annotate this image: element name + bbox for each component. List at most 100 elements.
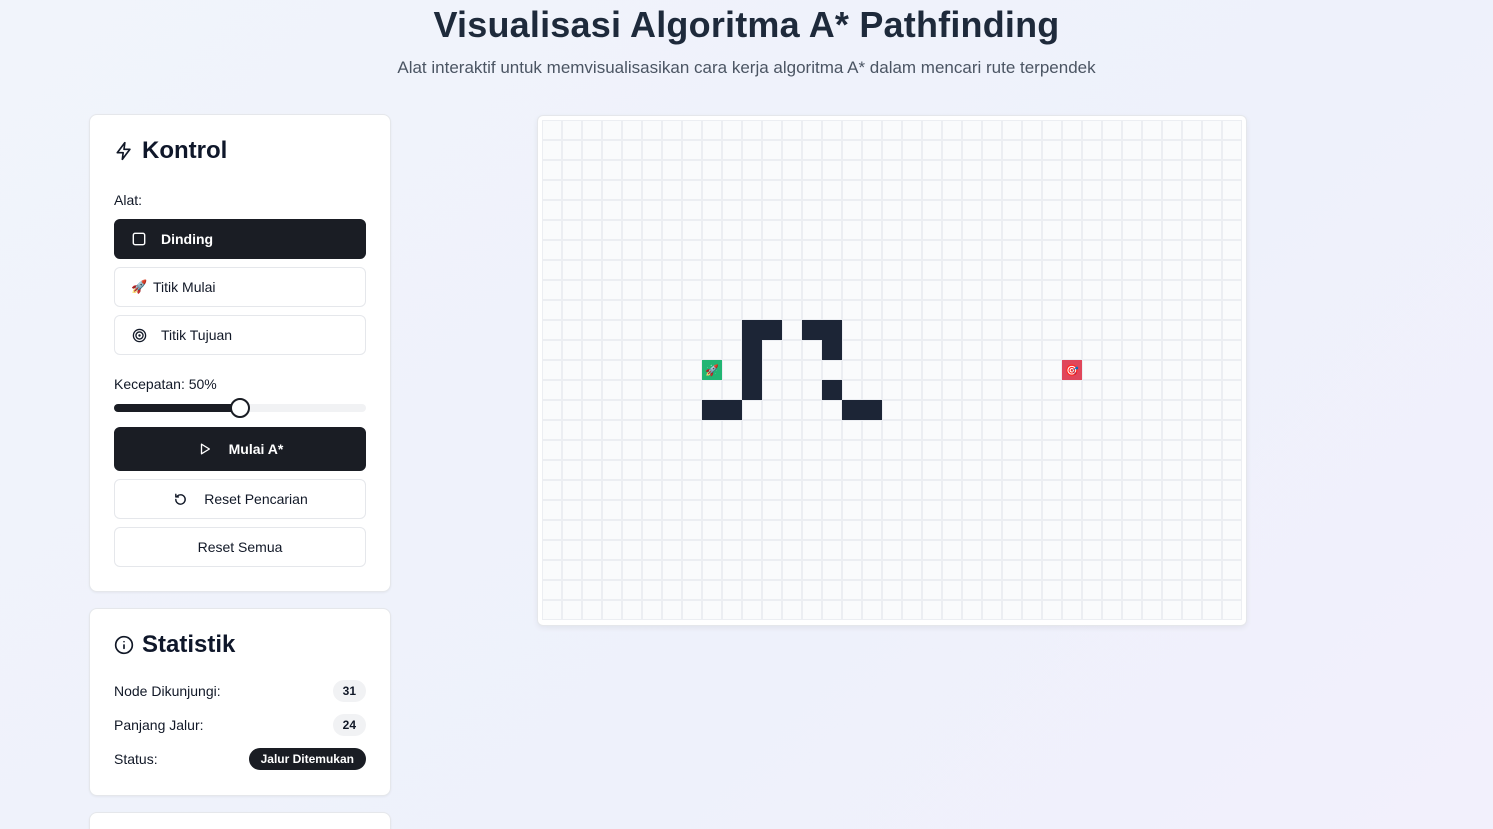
grid-cell[interactable]: [1182, 600, 1202, 620]
grid-cell[interactable]: [582, 180, 602, 200]
grid-cell[interactable]: [782, 340, 802, 360]
grid-cell[interactable]: [762, 520, 782, 540]
grid-cell[interactable]: [1082, 580, 1102, 600]
grid-cell[interactable]: [1082, 480, 1102, 500]
grid-cell[interactable]: [922, 460, 942, 480]
grid-cell[interactable]: [542, 240, 562, 260]
grid-cell[interactable]: [1202, 360, 1222, 380]
grid-cell[interactable]: [702, 600, 722, 620]
grid-cell[interactable]: [1022, 540, 1042, 560]
grid-cell[interactable]: [942, 320, 962, 340]
grid-cell[interactable]: [622, 240, 642, 260]
grid-cell[interactable]: [862, 460, 882, 480]
grid-cell[interactable]: [1142, 320, 1162, 340]
grid-cell[interactable]: [842, 160, 862, 180]
grid-cell[interactable]: [1102, 200, 1122, 220]
grid-cell[interactable]: [662, 400, 682, 420]
grid-cell[interactable]: [622, 300, 642, 320]
grid-cell[interactable]: [1102, 560, 1122, 580]
grid-cell[interactable]: [962, 240, 982, 260]
grid-cell[interactable]: [1182, 560, 1202, 580]
grid-cell[interactable]: [822, 200, 842, 220]
grid-cell[interactable]: [822, 500, 842, 520]
grid-cell[interactable]: [1102, 140, 1122, 160]
grid-cell[interactable]: [622, 500, 642, 520]
grid-cell[interactable]: [1062, 520, 1082, 540]
grid-cell[interactable]: [782, 260, 802, 280]
grid-cell[interactable]: [942, 600, 962, 620]
grid-cell[interactable]: [1182, 240, 1202, 260]
grid-cell[interactable]: [582, 440, 602, 460]
grid-cell[interactable]: [782, 220, 802, 240]
grid-cell[interactable]: [1222, 360, 1242, 380]
grid-cell[interactable]: [622, 380, 642, 400]
grid-cell[interactable]: [1102, 440, 1122, 460]
grid-cell[interactable]: [982, 380, 1002, 400]
grid-cell[interactable]: [862, 280, 882, 300]
grid-cell[interactable]: [782, 160, 802, 180]
grid-cell[interactable]: [682, 400, 702, 420]
grid-cell[interactable]: [1162, 240, 1182, 260]
grid-cell[interactable]: [582, 160, 602, 180]
grid-cell[interactable]: [882, 180, 902, 200]
grid-cell[interactable]: [1162, 500, 1182, 520]
grid-cell[interactable]: [1002, 440, 1022, 460]
grid-cell[interactable]: [962, 280, 982, 300]
grid-cell[interactable]: [1022, 160, 1042, 180]
grid-cell[interactable]: [702, 320, 722, 340]
grid-cell[interactable]: [1122, 420, 1142, 440]
grid-cell[interactable]: [982, 140, 1002, 160]
grid-cell[interactable]: [782, 180, 802, 200]
grid-cell[interactable]: [1122, 260, 1142, 280]
grid-cell[interactable]: [742, 420, 762, 440]
grid-cell[interactable]: [982, 340, 1002, 360]
grid-cell[interactable]: [542, 440, 562, 460]
grid-cell[interactable]: [682, 260, 702, 280]
grid-cell[interactable]: [782, 360, 802, 380]
grid-cell[interactable]: [1062, 580, 1082, 600]
grid-cell[interactable]: [862, 200, 882, 220]
grid-cell[interactable]: [862, 440, 882, 460]
grid-cell[interactable]: [1122, 560, 1142, 580]
grid-cell[interactable]: [762, 160, 782, 180]
grid-cell[interactable]: [1042, 440, 1062, 460]
grid-cell[interactable]: [1122, 500, 1142, 520]
grid-cell[interactable]: [642, 140, 662, 160]
grid-cell[interactable]: [542, 220, 562, 240]
grid-cell[interactable]: [902, 440, 922, 460]
grid-cell[interactable]: [602, 320, 622, 340]
grid-cell[interactable]: [1222, 500, 1242, 520]
grid-cell[interactable]: [802, 280, 822, 300]
grid-cell[interactable]: [722, 240, 742, 260]
grid-cell[interactable]: [802, 440, 822, 460]
grid-cell[interactable]: [962, 180, 982, 200]
grid-cell[interactable]: [562, 460, 582, 480]
grid-cell[interactable]: [842, 560, 862, 580]
grid-cell[interactable]: [682, 160, 702, 180]
grid-cell[interactable]: [862, 420, 882, 440]
grid-cell[interactable]: [902, 340, 922, 360]
grid-cell[interactable]: [742, 120, 762, 140]
grid-cell[interactable]: [942, 500, 962, 520]
grid-cell[interactable]: [542, 340, 562, 360]
grid-cell[interactable]: [962, 540, 982, 560]
grid-cell[interactable]: [682, 300, 702, 320]
grid-cell[interactable]: [762, 460, 782, 480]
grid-cell[interactable]: [642, 220, 662, 240]
grid-cell[interactable]: [902, 360, 922, 380]
grid-cell[interactable]: [1222, 160, 1242, 180]
grid-cell[interactable]: [822, 540, 842, 560]
grid-cell[interactable]: [1102, 380, 1122, 400]
grid-cell[interactable]: [1202, 280, 1222, 300]
grid-cell[interactable]: [1102, 240, 1122, 260]
grid-cell[interactable]: [662, 200, 682, 220]
grid-cell[interactable]: [982, 560, 1002, 580]
grid-cell[interactable]: [1182, 520, 1202, 540]
grid-cell[interactable]: [622, 460, 642, 480]
grid-cell[interactable]: [1042, 300, 1062, 320]
grid-cell[interactable]: [562, 280, 582, 300]
grid-cell[interactable]: [862, 560, 882, 580]
grid-cell[interactable]: [1162, 580, 1182, 600]
grid-cell[interactable]: [962, 600, 982, 620]
grid-cell[interactable]: [722, 280, 742, 300]
